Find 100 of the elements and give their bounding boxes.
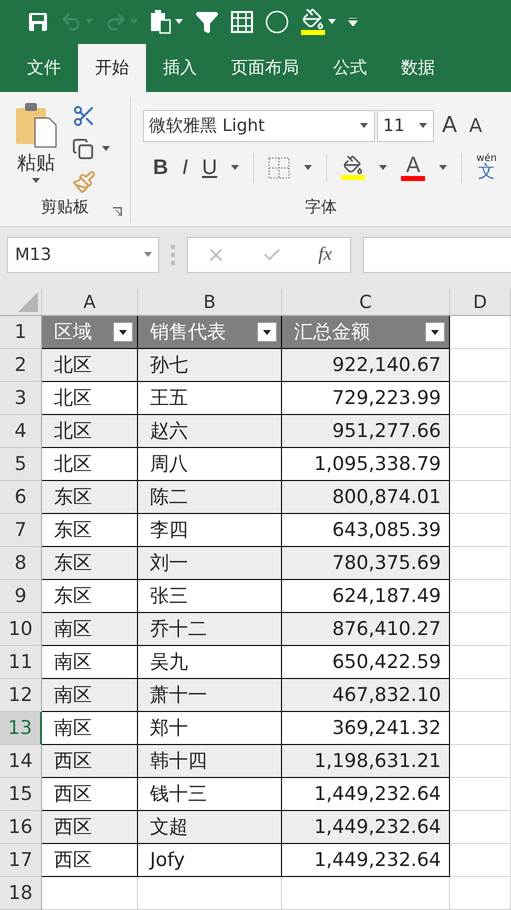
row-header[interactable]: 11	[0, 646, 42, 679]
borders-icon[interactable]	[268, 156, 290, 179]
empty-cell[interactable]	[282, 877, 450, 910]
table-cell: 北区	[42, 382, 138, 415]
row-header[interactable]: 4	[0, 415, 42, 448]
row-header[interactable]: 14	[0, 745, 42, 778]
caret-icon[interactable]	[102, 146, 110, 152]
column-header[interactable]: C	[282, 289, 450, 316]
table-cell: 王五	[138, 382, 282, 415]
row-header[interactable]: 15	[0, 778, 42, 811]
formula-input[interactable]	[363, 236, 511, 273]
table-cell: 876,410.27	[282, 613, 450, 646]
column-header[interactable]: A	[42, 289, 138, 316]
customize-icon[interactable]	[348, 18, 358, 26]
table-cell: 韩十四	[138, 745, 282, 778]
row-header[interactable]: 16	[0, 811, 42, 844]
table-cell: 东区	[42, 547, 138, 580]
empty-cell[interactable]	[138, 877, 282, 910]
row-header[interactable]: 5	[0, 448, 42, 481]
table-cell: 1,449,232.64	[282, 811, 450, 844]
table-cell: 乔十二	[138, 613, 282, 646]
ribbon-tab[interactable]: 公式	[316, 44, 384, 92]
table-cell: 陈二	[138, 481, 282, 514]
circle-icon[interactable]	[265, 10, 289, 34]
table-cell: 周八	[138, 448, 282, 481]
shrink-font-button[interactable]: A	[469, 114, 482, 137]
paintbrush-icon[interactable]	[72, 170, 96, 194]
filter-dropdown[interactable]	[113, 322, 133, 342]
row-header[interactable]: 13	[0, 712, 42, 745]
row-header[interactable]: 12	[0, 679, 42, 712]
fill-color-icon[interactable]	[301, 8, 325, 36]
table-cell: 北区	[42, 448, 138, 481]
row-header[interactable]: 18	[0, 877, 42, 910]
table-cell: 郑十	[138, 712, 282, 745]
caret-icon[interactable]	[419, 123, 427, 128]
table-cell: 951,277.66	[282, 415, 450, 448]
name-box[interactable]: M13	[7, 236, 159, 273]
row-header[interactable]: 3	[0, 382, 42, 415]
filter-dropdown[interactable]	[425, 322, 445, 342]
save-icon[interactable]	[28, 12, 48, 32]
row-header[interactable]: 10	[0, 613, 42, 646]
row-header[interactable]: 6	[0, 481, 42, 514]
paste-label[interactable]: 粘贴	[17, 150, 55, 176]
table-cell: 钱十三	[138, 778, 282, 811]
row-header[interactable]: 17	[0, 844, 42, 877]
column-header[interactable]: D	[450, 289, 511, 316]
table-cell: 729,223.99	[282, 382, 450, 415]
launcher-icon[interactable]	[113, 206, 122, 216]
caret-icon[interactable]	[360, 123, 368, 128]
row-header[interactable]: 1	[0, 316, 42, 349]
caret-icon[interactable]	[431, 330, 439, 334]
caret-icon[interactable]	[263, 330, 271, 334]
table-cell: 1,095,338.79	[282, 448, 450, 481]
font-color-button[interactable]: A	[406, 154, 420, 176]
table-cell: 1,449,232.64	[282, 844, 450, 877]
paste-icon[interactable]	[15, 102, 57, 148]
group-label: 字体	[305, 197, 337, 218]
bold-button[interactable]: B	[153, 156, 168, 180]
fill-color-icon[interactable]	[341, 155, 366, 180]
underline-button[interactable]: U	[202, 156, 218, 180]
copy-icon[interactable]	[72, 138, 94, 160]
form-icon[interactable]	[231, 10, 253, 33]
clipboard-icon[interactable]	[150, 10, 172, 34]
caret-icon[interactable]	[32, 178, 40, 183]
ribbon-tab[interactable]: 文件	[10, 44, 78, 92]
caret-icon[interactable]	[379, 165, 388, 170]
row-header[interactable]: 7	[0, 514, 42, 547]
caret-icon[interactable]	[304, 165, 312, 170]
table-cell: 南区	[42, 613, 138, 646]
row-header[interactable]: 9	[0, 580, 42, 613]
filter-dropdown[interactable]	[257, 322, 277, 342]
color-bar	[401, 176, 426, 182]
italic-button[interactable]: I	[182, 156, 188, 180]
font-name-field[interactable]: 微软雅黑 Light	[143, 110, 375, 142]
table-cell: 萧十一	[138, 679, 282, 712]
row-header[interactable]: 8	[0, 547, 42, 580]
phonetic-button[interactable]: wén 文	[476, 154, 497, 182]
header-cell-text: 汇总金额	[294, 320, 370, 345]
scissors-icon[interactable]	[72, 104, 96, 128]
table-cell: 北区	[42, 349, 138, 382]
caret-icon[interactable]	[231, 165, 240, 170]
insert-function-button[interactable]: fx	[318, 244, 332, 266]
table-cell: 北区	[42, 415, 138, 448]
table-cell: 624,187.49	[282, 580, 450, 613]
ribbon-tab[interactable]: 页面布局	[214, 44, 316, 92]
ribbon-tab[interactable]: 数据	[384, 44, 452, 92]
caret-icon[interactable]	[119, 330, 127, 334]
row-header[interactable]: 2	[0, 349, 42, 382]
ribbon-tab[interactable]: 开始	[78, 44, 146, 92]
caret-icon[interactable]	[439, 165, 448, 170]
filter-icon[interactable]	[195, 10, 219, 34]
empty-cell[interactable]	[450, 877, 511, 910]
table-cell: 西区	[42, 811, 138, 844]
header-cell-text: 区域	[54, 320, 92, 345]
table-cell: 张三	[138, 580, 282, 613]
column-header[interactable]: B	[138, 289, 282, 316]
font-size-field[interactable]: 11	[377, 110, 434, 142]
table-cell: 780,375.69	[282, 547, 450, 580]
ribbon-tab[interactable]: 插入	[146, 44, 214, 92]
grow-font-button[interactable]: A	[442, 113, 458, 138]
